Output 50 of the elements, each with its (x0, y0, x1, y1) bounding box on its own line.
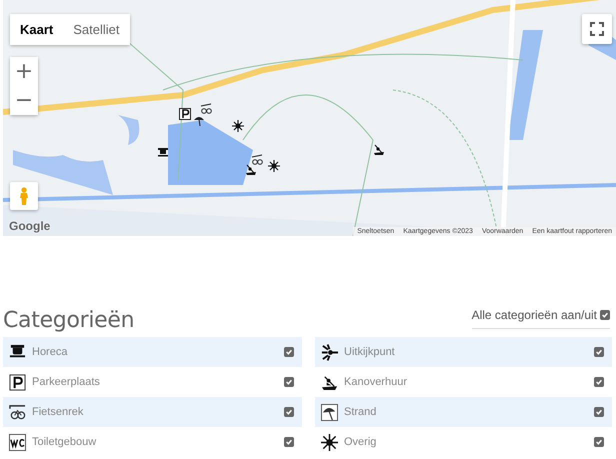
category-label: Strand (344, 406, 378, 418)
category-label: Horeca (32, 346, 68, 358)
zoom-out-button[interactable]: − (10, 86, 38, 115)
category-row[interactable]: Parkeerplaats (3, 367, 302, 397)
bicycle-icon[interactable] (251, 154, 263, 166)
checkbox[interactable] (284, 377, 294, 387)
category-row[interactable]: Strand (315, 397, 612, 427)
category-row[interactable]: Uitkijkpunt (315, 337, 612, 367)
checkbox[interactable] (594, 377, 604, 387)
umbrella-icon[interactable] (193, 114, 205, 126)
canoe-icon[interactable] (373, 144, 385, 156)
checkbox[interactable] (600, 310, 610, 320)
person-icon (19, 187, 29, 205)
checkbox[interactable] (284, 347, 294, 357)
toilet-icon (9, 434, 26, 450)
toggle-all-checkbox[interactable]: Alle categorieën aan/uit (472, 308, 610, 329)
category-row[interactable]: Overig (315, 427, 612, 457)
category-label: Fietsenrek (32, 406, 84, 418)
sun-icon[interactable] (268, 160, 280, 172)
checkbox[interactable] (284, 407, 294, 417)
zoom-in-button[interactable]: + (10, 57, 38, 86)
category-label: Toiletgebouw (32, 436, 98, 448)
parking-icon (9, 374, 26, 390)
sun-icon[interactable] (232, 120, 244, 132)
category-row[interactable]: Kanoverhuur (315, 367, 612, 397)
category-label: Kanoverhuur (344, 376, 408, 388)
cup-icon[interactable] (157, 146, 169, 158)
category-row[interactable]: Toiletgebouw (3, 427, 302, 457)
map-type-tab[interactable]: Kaart (10, 14, 64, 45)
map-type-tab[interactable]: Satelliet (63, 14, 130, 45)
category-row[interactable]: Fietsenrek (3, 397, 302, 427)
canoe-icon (321, 374, 338, 390)
fullscreen-icon (590, 22, 604, 36)
checkbox[interactable] (594, 407, 604, 417)
canoe-icon[interactable] (245, 164, 257, 176)
category-label: Overig (344, 436, 378, 448)
checkbox[interactable] (594, 437, 604, 447)
parking-icon[interactable] (179, 108, 191, 120)
category-row[interactable]: Horeca (3, 337, 302, 367)
section-title: Categorieën (3, 308, 134, 333)
map-logo: Google (9, 219, 50, 233)
fullscreen-button[interactable] (582, 14, 612, 44)
checkbox[interactable] (594, 347, 604, 357)
sun-icon (321, 434, 338, 450)
bicycle-icon (9, 404, 26, 420)
checkbox[interactable] (284, 437, 294, 447)
category-label: Uitkijkpunt (344, 346, 396, 358)
category-label: Parkeerplaats (32, 376, 101, 388)
bicycle-icon[interactable] (200, 103, 212, 115)
umbrella-icon (321, 404, 338, 420)
